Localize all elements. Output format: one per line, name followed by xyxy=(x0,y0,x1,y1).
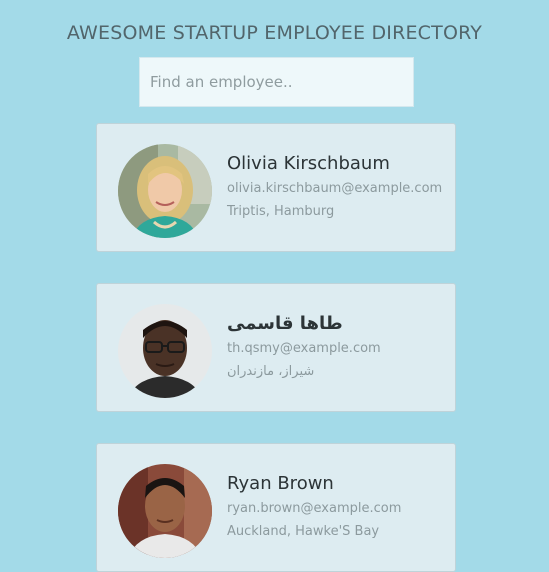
employee-location: شیراز، مازندران xyxy=(227,364,315,379)
employee-name: Ryan Brown xyxy=(227,473,334,494)
man-glasses-avatar-icon xyxy=(118,304,212,398)
employee-avatar xyxy=(118,464,212,558)
search-input[interactable] xyxy=(139,57,414,107)
employee-name: طاها قاسمی xyxy=(227,313,343,334)
employee-card[interactable]: Olivia Kirschbaum olivia.kirschbaum@exam… xyxy=(96,123,456,252)
page-title: AWESOME STARTUP EMPLOYEE DIRECTORY xyxy=(66,22,483,44)
woman-blonde-avatar-icon xyxy=(118,144,212,238)
employee-avatar xyxy=(118,144,212,238)
employee-card[interactable]: Ryan Brown ryan.brown@example.com Auckla… xyxy=(96,443,456,572)
employee-location: Triptis, Hamburg xyxy=(227,204,335,219)
employee-email: olivia.kirschbaum@example.com xyxy=(227,181,443,196)
employee-location: Auckland, Hawke'S Bay xyxy=(227,524,380,539)
employee-name: Olivia Kirschbaum xyxy=(227,153,390,174)
employee-avatar xyxy=(118,304,212,398)
employee-card[interactable]: طاها قاسمی th.qsmy@example.com شیراز، ما… xyxy=(96,283,456,412)
employee-email: th.qsmy@example.com xyxy=(227,341,381,356)
employee-email: ryan.brown@example.com xyxy=(227,501,402,516)
young-man-avatar-icon xyxy=(118,464,212,558)
